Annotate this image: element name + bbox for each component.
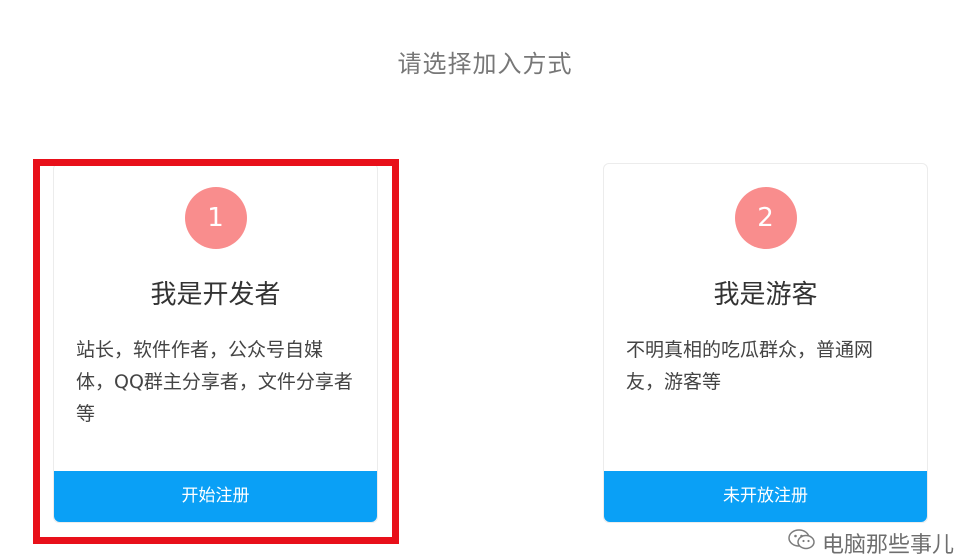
visitor-card: 2 我是游客 不明真相的吃瓜群众，普通网友，游客等 未开放注册: [603, 163, 928, 523]
page-title: 请选择加入方式: [397, 50, 573, 78]
watermark-text: 电脑那些事儿: [821, 533, 954, 558]
start-register-button[interactable]: 开始注册: [54, 471, 377, 522]
step-number-badge: 2: [734, 187, 797, 249]
wechat-icon: [788, 528, 822, 558]
watermark: 电脑那些事儿: [788, 528, 954, 558]
not-open-register-button[interactable]: 未开放注册: [604, 471, 927, 522]
card-title: 我是开发者: [150, 280, 281, 310]
step-number-badge: 1: [184, 187, 247, 249]
developer-card: 1 我是开发者 站长，软件作者，公众号自媒体，QQ群主分享者，文件分享者等 开始…: [53, 163, 378, 523]
card-title: 我是游客: [713, 280, 818, 310]
card-description: 不明真相的吃瓜群众，普通网友，游客等: [626, 339, 874, 393]
card-description: 站长，软件作者，公众号自媒体，QQ群主分享者，文件分享者等: [76, 339, 353, 425]
